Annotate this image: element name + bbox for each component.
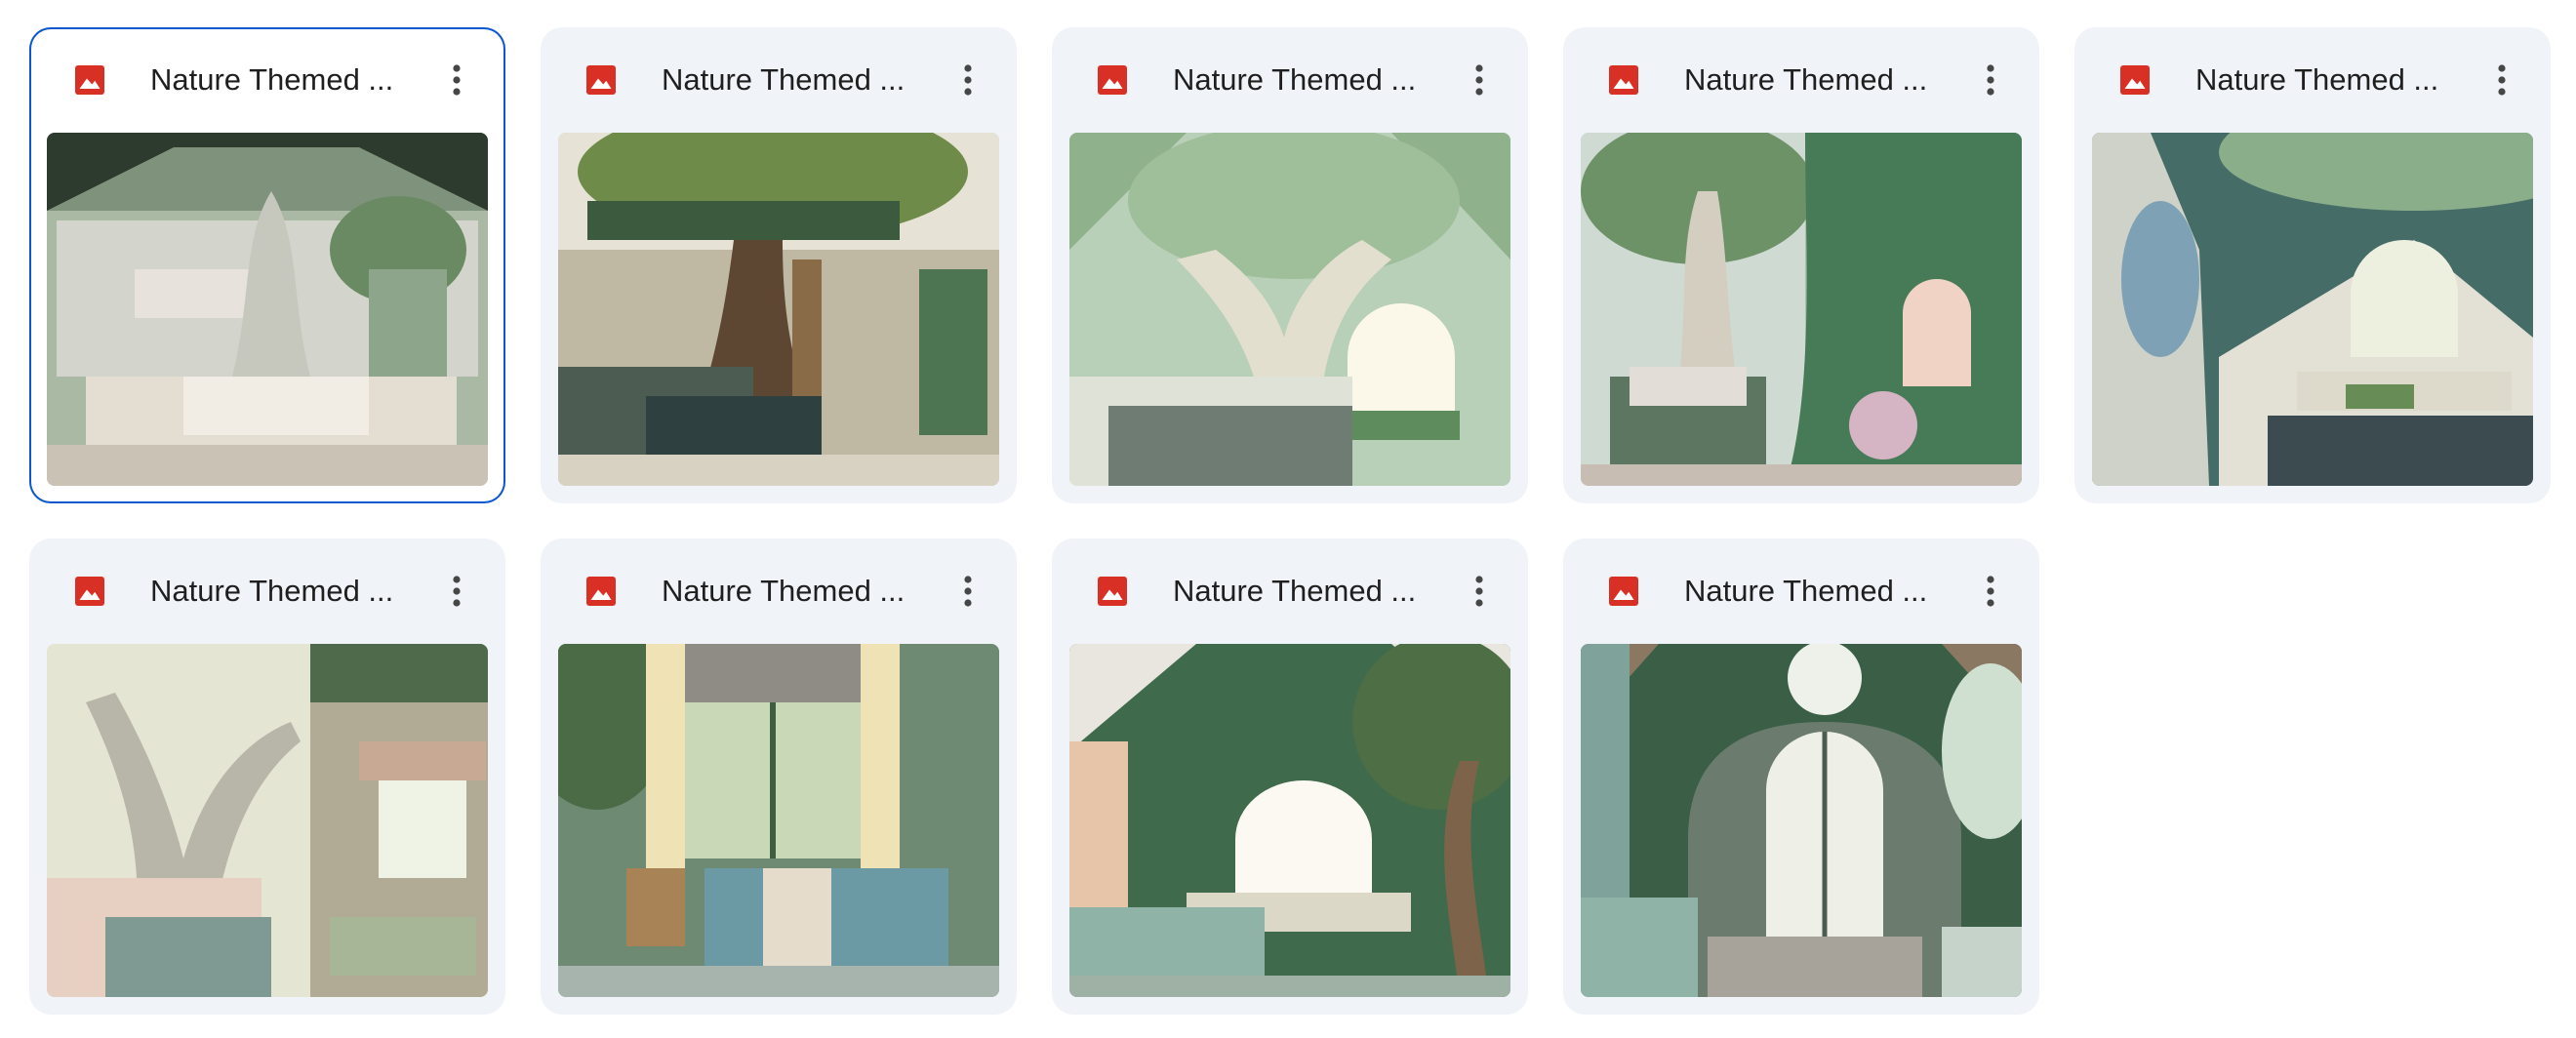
image-file-icon bbox=[75, 577, 104, 606]
image-thumbnail[interactable] bbox=[1581, 133, 2022, 486]
image-thumbnail[interactable] bbox=[1581, 644, 2022, 997]
more-options-button[interactable] bbox=[429, 53, 484, 107]
file-card[interactable]: Nature Themed ... bbox=[1563, 27, 2039, 503]
file-card[interactable]: Nature Themed ... bbox=[2074, 27, 2551, 503]
file-grid: Nature Themed ... Nature Themed ... Natu… bbox=[29, 27, 2551, 1015]
file-card[interactable]: Nature Themed ... bbox=[1052, 539, 1528, 1015]
file-card-header: Nature Themed ... bbox=[29, 27, 505, 133]
more-options-button[interactable] bbox=[1452, 564, 1507, 619]
file-title[interactable]: Nature Themed ... bbox=[150, 572, 423, 611]
image-thumbnail[interactable] bbox=[47, 644, 488, 997]
image-thumbnail[interactable] bbox=[1069, 133, 1510, 486]
more-vert-icon bbox=[453, 576, 461, 607]
image-file-icon bbox=[2120, 65, 2150, 95]
file-title[interactable]: Nature Themed ... bbox=[1684, 60, 1957, 100]
more-vert-icon bbox=[964, 576, 972, 607]
image-file-icon bbox=[1609, 65, 1638, 95]
image-file-icon bbox=[586, 65, 616, 95]
more-vert-icon bbox=[453, 64, 461, 96]
more-options-button[interactable] bbox=[2475, 53, 2529, 107]
image-thumbnail[interactable] bbox=[1069, 644, 1510, 997]
image-thumbnail[interactable] bbox=[558, 133, 999, 486]
file-card-header: Nature Themed ... bbox=[29, 539, 505, 644]
more-options-button[interactable] bbox=[1963, 564, 2018, 619]
more-vert-icon bbox=[1987, 576, 1994, 607]
file-card[interactable]: Nature Themed ... bbox=[541, 27, 1017, 503]
file-card-header: Nature Themed ... bbox=[541, 27, 1017, 133]
file-title[interactable]: Nature Themed ... bbox=[1173, 60, 1446, 100]
file-card[interactable]: Nature Themed ... bbox=[1563, 539, 2039, 1015]
file-card-header: Nature Themed ... bbox=[1052, 27, 1528, 133]
more-options-button[interactable] bbox=[1963, 53, 2018, 107]
more-options-button[interactable] bbox=[1452, 53, 1507, 107]
image-thumbnail[interactable] bbox=[558, 644, 999, 997]
image-file-icon bbox=[586, 577, 616, 606]
more-vert-icon bbox=[1987, 64, 1994, 96]
file-card[interactable]: Nature Themed ... bbox=[29, 27, 505, 503]
file-card-header: Nature Themed ... bbox=[1052, 539, 1528, 644]
image-thumbnail[interactable] bbox=[47, 133, 488, 486]
more-options-button[interactable] bbox=[941, 53, 995, 107]
image-file-icon bbox=[1098, 65, 1127, 95]
image-file-icon bbox=[75, 65, 104, 95]
more-vert-icon bbox=[2498, 64, 2506, 96]
file-title[interactable]: Nature Themed ... bbox=[2195, 60, 2469, 100]
file-card-header: Nature Themed ... bbox=[1563, 539, 2039, 644]
file-title[interactable]: Nature Themed ... bbox=[1684, 572, 1957, 611]
file-card[interactable]: Nature Themed ... bbox=[541, 539, 1017, 1015]
more-vert-icon bbox=[1475, 64, 1483, 96]
image-file-icon bbox=[1098, 577, 1127, 606]
file-card[interactable]: Nature Themed ... bbox=[1052, 27, 1528, 503]
more-vert-icon bbox=[1475, 576, 1483, 607]
file-title[interactable]: Nature Themed ... bbox=[1173, 572, 1446, 611]
file-title[interactable]: Nature Themed ... bbox=[662, 60, 935, 100]
file-card-header: Nature Themed ... bbox=[2074, 27, 2551, 133]
more-options-button[interactable] bbox=[429, 564, 484, 619]
file-title[interactable]: Nature Themed ... bbox=[150, 60, 423, 100]
file-card[interactable]: Nature Themed ... bbox=[29, 539, 505, 1015]
image-file-icon bbox=[1609, 577, 1638, 606]
file-card-header: Nature Themed ... bbox=[1563, 27, 2039, 133]
more-vert-icon bbox=[964, 64, 972, 96]
image-thumbnail[interactable] bbox=[2092, 133, 2533, 486]
file-title[interactable]: Nature Themed ... bbox=[662, 572, 935, 611]
more-options-button[interactable] bbox=[941, 564, 995, 619]
file-card-header: Nature Themed ... bbox=[541, 539, 1017, 644]
